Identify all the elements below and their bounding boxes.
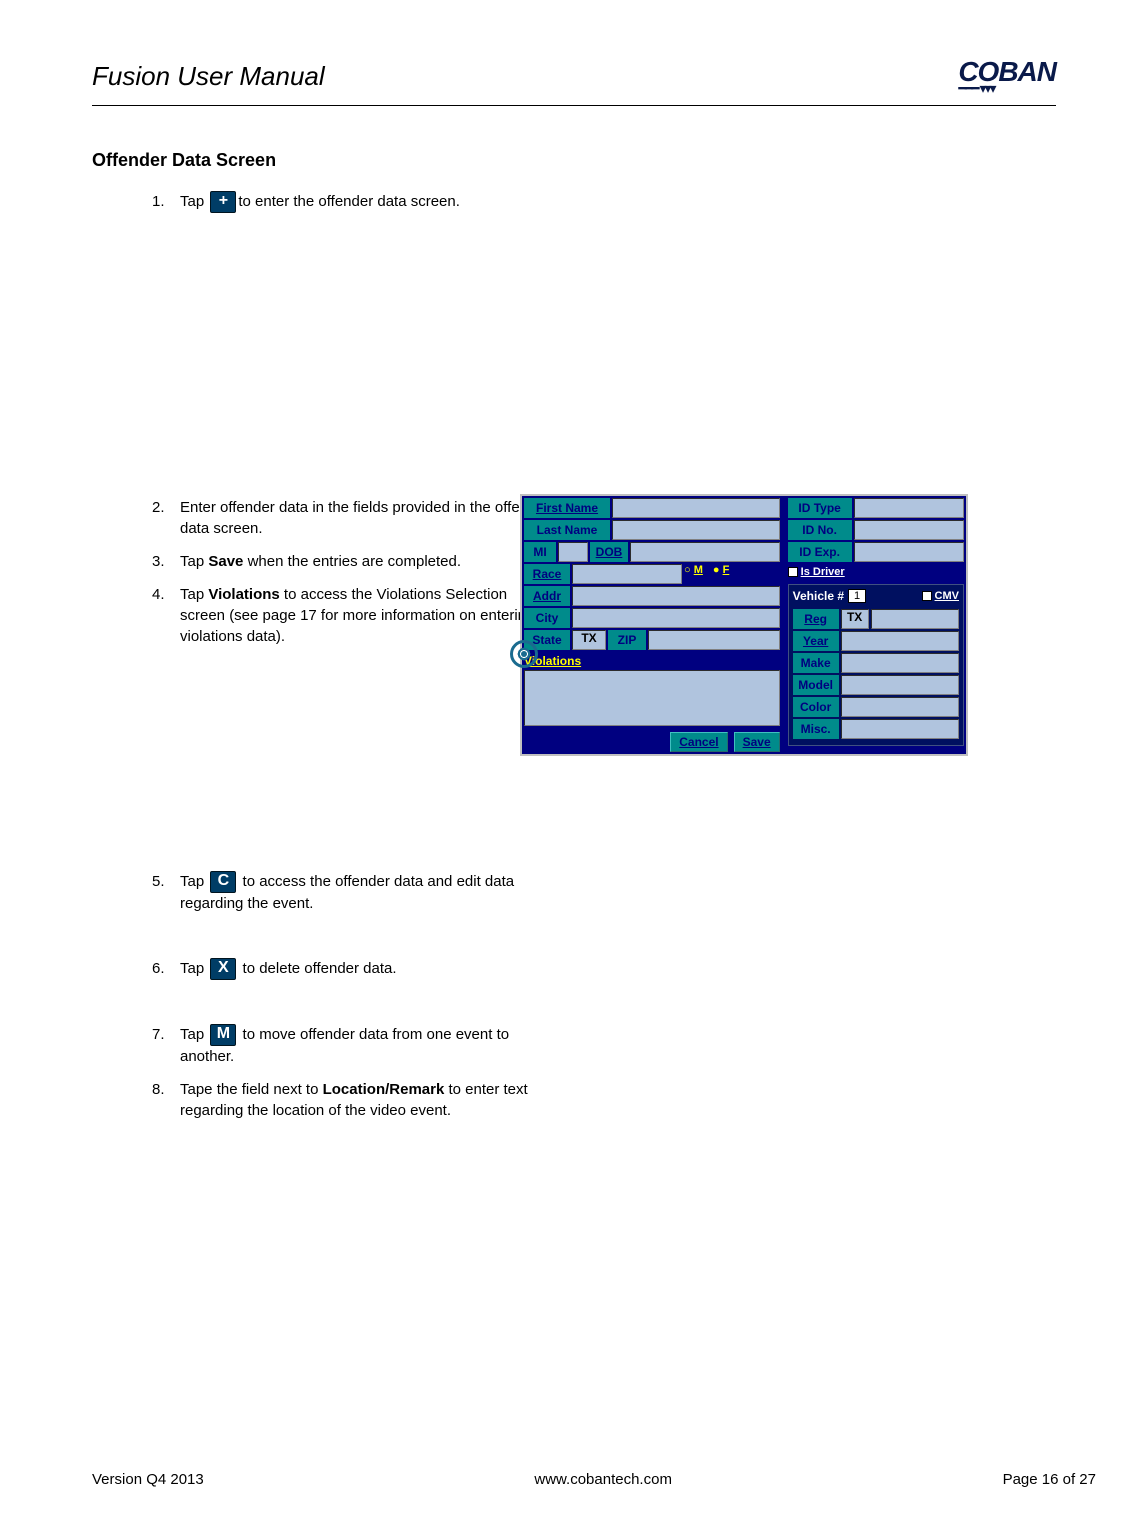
year-label: Year xyxy=(803,634,828,648)
step-bold: Save xyxy=(208,553,243,570)
step-8: 8. Tape the field next to Location/Remar… xyxy=(152,1079,552,1121)
cmv-checkbox[interactable]: CMV xyxy=(922,590,959,602)
save-button[interactable]: Save xyxy=(734,732,780,752)
dob-label: DOB xyxy=(596,545,623,559)
radio-f[interactable]: ● F xyxy=(713,564,729,584)
cancel-button[interactable]: Cancel xyxy=(670,732,727,752)
m-icon[interactable]: M xyxy=(210,1024,236,1046)
id-exp-label: ID Exp. xyxy=(788,542,852,562)
step-7: 7. Tap M to move offender data from one … xyxy=(152,1024,552,1067)
spacer xyxy=(152,926,1056,946)
dob-input[interactable] xyxy=(630,542,780,562)
zip-input[interactable] xyxy=(648,630,780,650)
misc-input[interactable] xyxy=(841,719,959,739)
page-header: Fusion User Manual COBAN ━━━ ▾▾▾ xyxy=(92,56,1056,106)
reg-label: Reg xyxy=(804,612,827,626)
mi-input[interactable] xyxy=(558,542,588,562)
step-6: 6. Tap X to delete offender data. xyxy=(152,958,552,980)
section-title: Offender Data Screen xyxy=(92,150,1056,171)
footer-page: Page 16 of 27 xyxy=(1003,1471,1096,1488)
make-input[interactable] xyxy=(841,653,959,673)
is-driver-checkbox[interactable]: Is Driver xyxy=(788,566,845,578)
step-text: Tap xyxy=(180,873,208,890)
page-footer: Version Q4 2013 www.cobantech.com Page 1… xyxy=(92,1471,1096,1488)
brand-logo: COBAN ━━━ ▾▾▾ xyxy=(958,56,1056,97)
step-bold: Location/Remark xyxy=(323,1081,445,1098)
id-exp-input[interactable] xyxy=(854,542,964,562)
zip-label: ZIP xyxy=(608,630,646,650)
step-text: to delete offender data. xyxy=(238,960,396,977)
step-text: Tap xyxy=(180,586,208,603)
violations-box[interactable] xyxy=(524,670,780,726)
step-5: 5. Tap C to access the offender data and… xyxy=(152,871,552,914)
step-text: Tape the field next to xyxy=(180,1081,323,1098)
step-text: Enter offender data in the fields provid… xyxy=(180,497,552,539)
vehicle-num-input[interactable]: 1 xyxy=(848,589,866,603)
offender-data-form-screenshot: First Name Last Name MI DOB Race ○ M ● F xyxy=(520,494,968,756)
model-label: Model xyxy=(798,678,833,692)
plus-icon[interactable]: + xyxy=(210,191,236,213)
race-input[interactable] xyxy=(572,564,682,584)
step-number: 5. xyxy=(152,871,180,892)
step-text: Tap xyxy=(180,193,208,210)
step-number: 3. xyxy=(152,551,180,572)
step-text: Tap xyxy=(180,960,208,977)
step-number: 4. xyxy=(152,584,180,605)
footer-url: www.cobantech.com xyxy=(534,1471,672,1488)
step-4: 4. Tap Violations to access the Violatio… xyxy=(152,584,552,647)
id-type-input[interactable] xyxy=(854,498,964,518)
reg-input[interactable] xyxy=(871,609,959,629)
vehicle-num-label: Vehicle # xyxy=(793,589,844,603)
id-type-label: ID Type xyxy=(788,498,852,518)
step-3: 3. Tap Save when the entries are complet… xyxy=(152,551,552,572)
c-icon[interactable]: C xyxy=(210,871,236,893)
first-name-input[interactable] xyxy=(612,498,780,518)
radio-m[interactable]: ○ M xyxy=(684,564,703,584)
addr-label: Addr xyxy=(533,589,561,603)
step-text: when the entries are completed. xyxy=(243,553,461,570)
city-input[interactable] xyxy=(572,608,780,628)
last-name-label: Last Name xyxy=(537,523,598,537)
first-name-label: First Name xyxy=(536,501,598,515)
step-text: Tap xyxy=(180,1026,208,1043)
target-circle-icon xyxy=(510,640,538,668)
color-input[interactable] xyxy=(841,697,959,717)
color-label: Color xyxy=(800,700,831,714)
id-no-input[interactable] xyxy=(854,520,964,540)
step-bold: Violations xyxy=(208,586,279,603)
step-1: 1. Tap +to enter the offender data scree… xyxy=(152,191,1056,213)
footer-version: Version Q4 2013 xyxy=(92,1471,204,1488)
make-label: Make xyxy=(801,656,831,670)
reg-state-input[interactable]: TX xyxy=(841,609,869,629)
last-name-input[interactable] xyxy=(612,520,780,540)
step-number: 7. xyxy=(152,1024,180,1045)
addr-input[interactable] xyxy=(572,586,780,606)
model-input[interactable] xyxy=(841,675,959,695)
step-number: 1. xyxy=(152,191,180,212)
race-label: Race xyxy=(533,567,562,581)
step-2: 2. Enter offender data in the fields pro… xyxy=(152,497,552,539)
year-input[interactable] xyxy=(841,631,959,651)
page-title: Fusion User Manual xyxy=(92,61,325,92)
misc-label: Misc. xyxy=(801,722,831,736)
mi-label: MI xyxy=(524,542,556,562)
step-number: 2. xyxy=(152,497,180,518)
spacer xyxy=(152,992,1056,1012)
x-icon[interactable]: X xyxy=(210,958,236,980)
spacer xyxy=(152,225,1056,485)
state-input[interactable]: TX xyxy=(572,630,606,650)
step-text: to enter the offender data screen. xyxy=(238,193,460,210)
step-number: 6. xyxy=(152,958,180,979)
city-label: City xyxy=(524,608,570,628)
step-number: 8. xyxy=(152,1079,180,1100)
step-text: Tap xyxy=(180,553,208,570)
id-no-label: ID No. xyxy=(788,520,852,540)
